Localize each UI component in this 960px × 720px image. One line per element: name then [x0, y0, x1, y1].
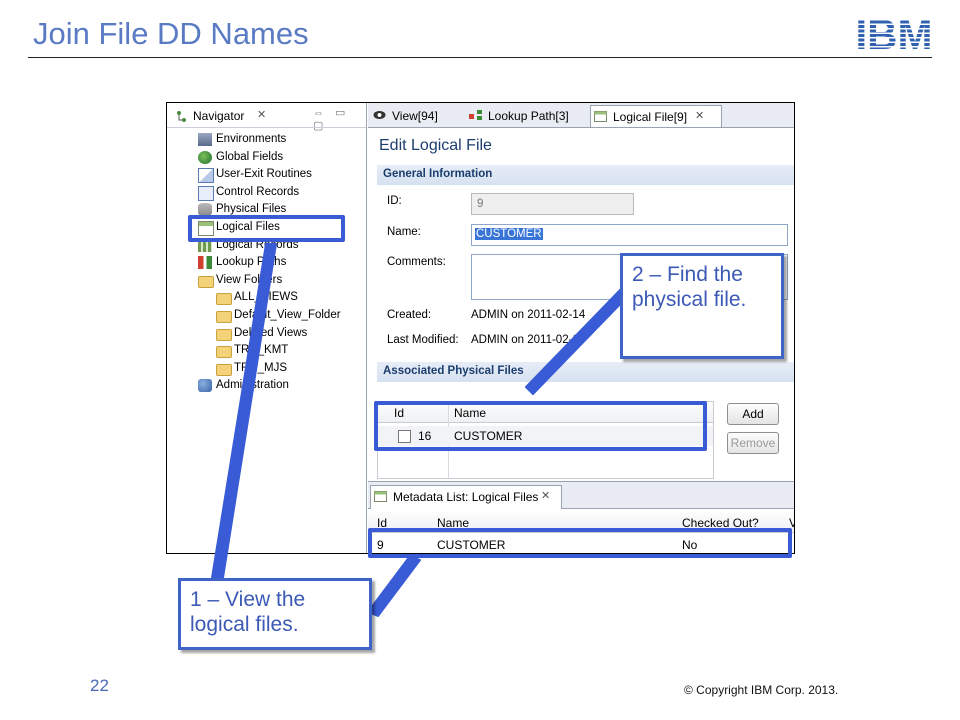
copyright: © Copyright IBM Corp. 2013.	[684, 683, 839, 697]
highlight-physical-file-row	[374, 401, 707, 451]
section-label: Associated Physical Files	[383, 365, 524, 377]
navigator-item-label: Default_View_Folder	[234, 309, 341, 321]
id-field: 9	[471, 193, 634, 215]
divider	[167, 127, 366, 128]
created-value: ADMIN on 2011-02-14	[471, 309, 586, 321]
lookup-path-icon	[469, 110, 482, 120]
navigator-tab[interactable]: Navigator ✕ ⇔ ▭ ▢	[171, 106, 361, 132]
callout-step2: 2 – Find the physical file.	[620, 253, 784, 359]
add-button[interactable]: Add	[727, 403, 779, 425]
close-icon[interactable]: ✕	[257, 108, 266, 121]
navigator-item-label: View Folders	[216, 273, 283, 286]
last-modified-value: ADMIN on 2011-02-1	[471, 334, 579, 346]
id-label: ID:	[387, 195, 402, 207]
folder-icon	[198, 275, 214, 288]
lookup-paths-icon	[198, 256, 212, 270]
control-records-icon	[198, 185, 214, 201]
logical-file-icon	[594, 111, 607, 122]
name-field[interactable]: CUSTOMER	[471, 224, 788, 246]
folder-icon	[216, 311, 232, 323]
tab-metadata-list[interactable]: Metadata List: Logical Files ✕	[370, 485, 562, 509]
general-information-section[interactable]: General Information	[377, 165, 794, 185]
logical-file-icon	[374, 491, 387, 502]
title-rule	[28, 57, 932, 58]
svg-text:IBM: IBM	[856, 16, 933, 52]
tab-lookup-path-label: Lookup Path[3]	[488, 109, 569, 123]
last-modified-label: Last Modified:	[387, 334, 459, 346]
administration-icon	[198, 379, 212, 393]
navigator-item-label: Physical Files	[216, 203, 287, 216]
view-menu-icon[interactable]: ⇔ ▭ ▢	[313, 106, 361, 132]
navigator-item-label: Environments	[216, 133, 287, 145]
tab-logical-file[interactable]: Logical File[9] ✕	[590, 105, 722, 127]
globe-icon	[198, 150, 212, 164]
callout-step1: 1 – View the logical files.	[178, 578, 372, 650]
navigator-item-label: Lookup Paths	[216, 256, 287, 269]
highlight-metadata-row	[368, 528, 792, 558]
tab-logical-file-label: Logical File[9]	[613, 110, 688, 124]
navigator-icon	[177, 111, 186, 122]
view-icon	[373, 111, 386, 119]
navigator-item-label: User-Exit Routines	[216, 168, 312, 181]
folder-icon	[216, 363, 232, 376]
ibm-logo: IBM	[856, 16, 933, 52]
navigator-item-label: Deleted Views	[234, 326, 308, 339]
tab-metadata-list-label: Metadata List: Logical Files	[393, 490, 539, 504]
name-value: CUSTOMER	[475, 228, 543, 240]
navigator-item-label: Administration	[216, 379, 289, 392]
tab-view[interactable]: View[94]	[370, 105, 465, 126]
remove-button-label: Remove	[730, 436, 776, 450]
created-label: Created:	[387, 309, 432, 321]
highlight-logical-files	[188, 215, 345, 242]
close-icon[interactable]: ✕	[541, 489, 550, 502]
environments-icon	[198, 133, 212, 146]
navigator-tab-label: Navigator	[193, 109, 245, 123]
navigator-item-label: Global Fields	[216, 150, 284, 163]
editor-title: Edit Logical File	[379, 137, 492, 154]
tab-view-label: View[94]	[392, 109, 438, 123]
user-exit-icon	[198, 168, 214, 184]
navigator-item-label: TRN_MJS	[234, 361, 288, 374]
comments-label: Comments:	[387, 256, 446, 268]
navigator-item-label: Control Records	[216, 185, 300, 198]
close-icon[interactable]: ✕	[695, 109, 704, 122]
remove-button[interactable]: Remove	[727, 432, 779, 454]
associated-physical-files-section[interactable]: Associated Physical Files	[377, 362, 794, 382]
editor-tab-bar: View[94] Lookup Path[3] Logical File[9] …	[368, 103, 794, 128]
name-label: Name:	[387, 226, 421, 238]
folder-icon	[216, 346, 232, 359]
navigator-item-label: TRN_KMT	[234, 344, 289, 357]
add-button-label: Add	[742, 407, 764, 421]
navigator-item-label: ALL_VIEWS	[234, 291, 298, 304]
tab-lookup-path[interactable]: Lookup Path[3]	[466, 105, 584, 126]
page-number: 22	[90, 676, 109, 695]
navigator-panel: Navigator ✕ ⇔ ▭ ▢ Environments Global Fie…	[167, 103, 367, 553]
slide-title: Join File DD Names	[33, 16, 309, 51]
section-label: General Information	[383, 168, 493, 180]
folder-icon	[216, 293, 232, 306]
folder-icon	[216, 328, 232, 341]
id-value: 9	[477, 198, 484, 210]
